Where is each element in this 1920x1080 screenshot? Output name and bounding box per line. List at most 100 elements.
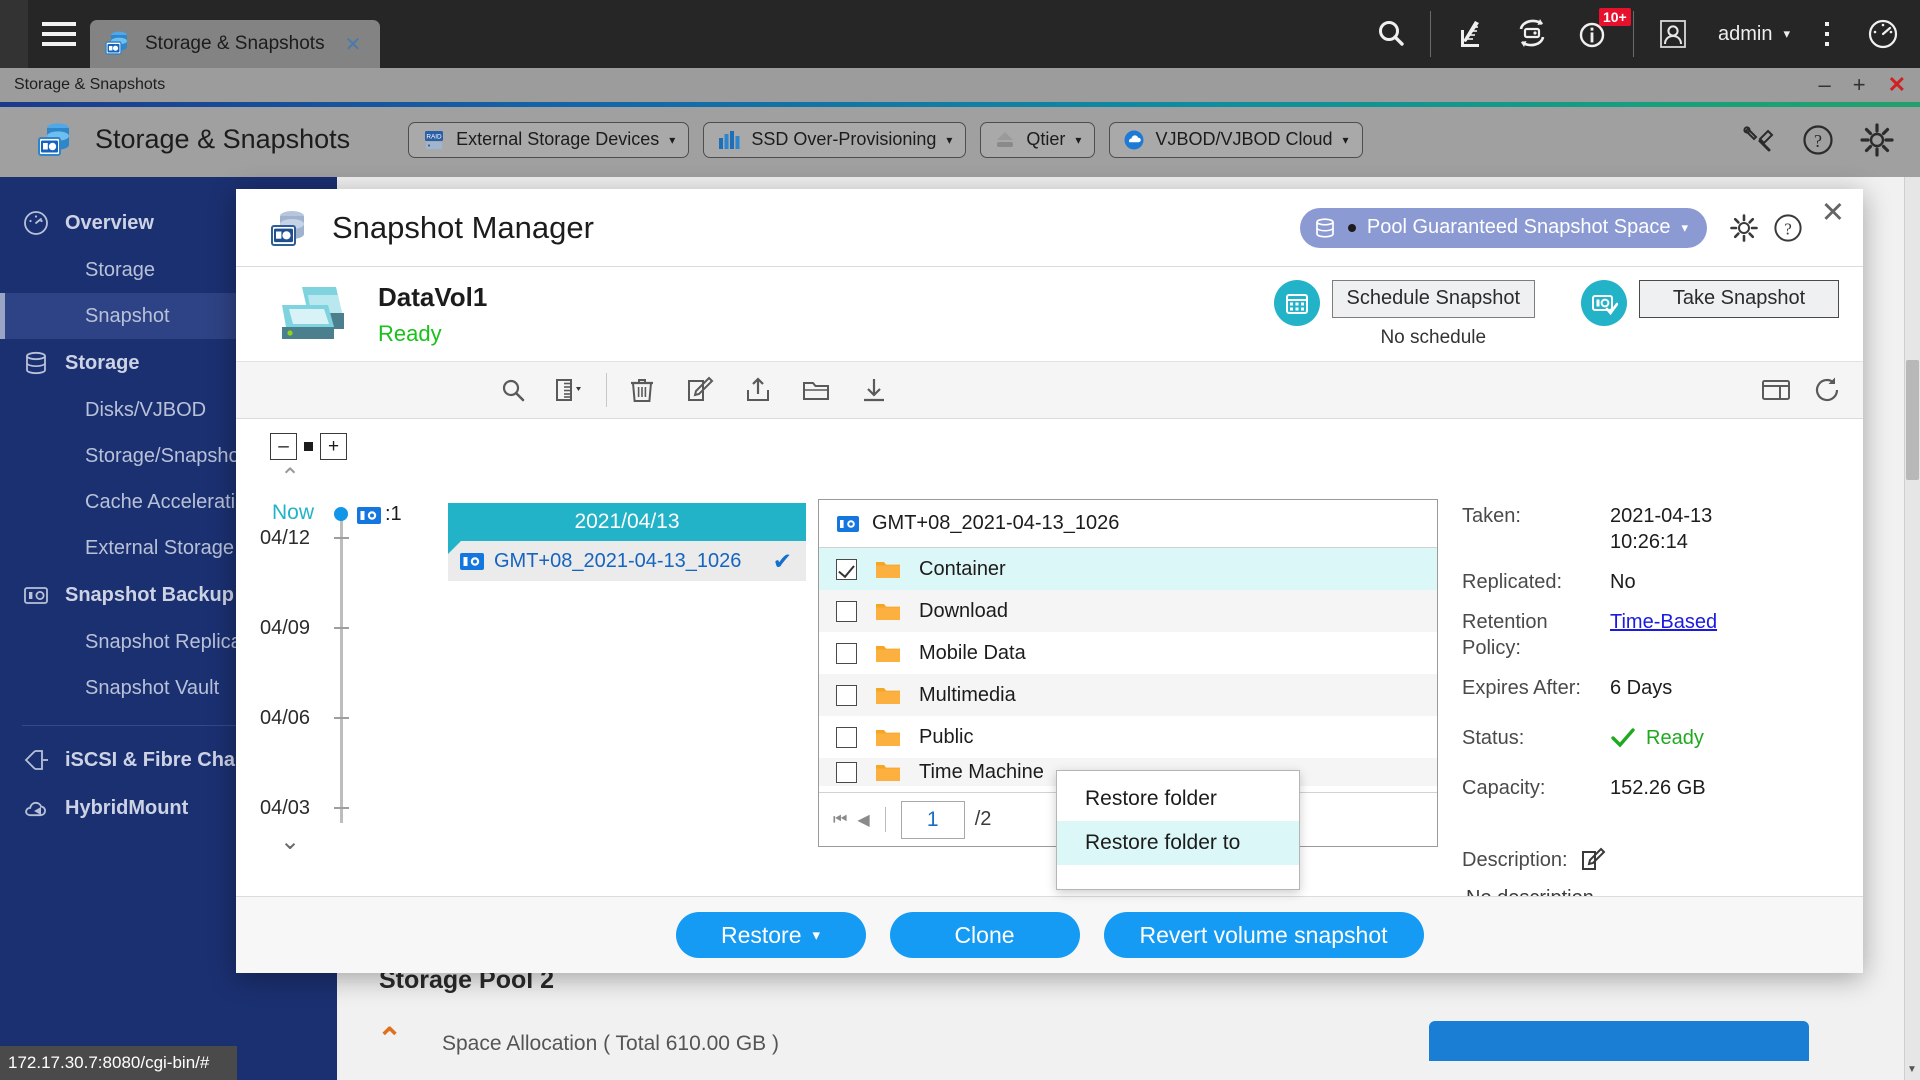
pool-guaranteed-snapshot-space-dropdown[interactable]: Pool Guaranteed Snapshot Space ▾: [1299, 207, 1707, 248]
download-icon[interactable]: [845, 362, 903, 419]
edit-pencil-icon[interactable]: [1581, 847, 1607, 873]
gradient-accent-strip: [0, 102, 1920, 107]
ssd-over-provisioning-button[interactable]: SSD Over-Provisioning ▾: [703, 121, 967, 158]
revert-volume-snapshot-button[interactable]: Revert volume snapshot: [1103, 912, 1424, 958]
dashboard-gauge-icon[interactable]: [1858, 0, 1920, 68]
chevron-up-icon[interactable]: ⌃: [236, 463, 448, 492]
folder-name: Multimedia: [919, 683, 1016, 706]
timeline-date-label: 04/09: [260, 617, 311, 639]
export-upload-icon[interactable]: [729, 362, 787, 419]
app-tab-storage-snapshots[interactable]: Storage & Snapshots ✕: [90, 20, 381, 68]
external-storage-devices-button[interactable]: RAID External Storage Devices ▾: [408, 121, 690, 158]
folder-name: Mobile Data: [919, 641, 1026, 664]
table-row[interactable]: Public: [819, 716, 1437, 758]
close-dialog-button[interactable]: ✕: [1821, 199, 1845, 228]
snapshot-list-item[interactable]: GMT+08_2021-04-13_1026 ✔: [448, 541, 806, 581]
detail-key-expires-after: Expires After:: [1462, 677, 1581, 699]
timeline-axis: [340, 513, 343, 823]
page-number-input[interactable]: 1: [900, 800, 965, 839]
zoom-out-button[interactable]: –: [270, 433, 297, 460]
column-options-icon[interactable]: [542, 362, 600, 419]
close-icon[interactable]: ✕: [336, 32, 371, 57]
user-menu[interactable]: admin ▾: [1704, 0, 1796, 68]
table-row[interactable]: Download: [819, 590, 1437, 632]
tools-wrench-icon[interactable]: [1742, 125, 1776, 155]
clone-button-label: Clone: [954, 921, 1015, 948]
schedule-snapshot-button[interactable]: Schedule Snapshot: [1331, 279, 1535, 318]
hamburger-menu-icon[interactable]: [28, 0, 90, 68]
sidebar-item-label: Overview: [65, 211, 154, 234]
maximize-button[interactable]: +: [1853, 74, 1866, 96]
edit-pencil-icon[interactable]: [671, 362, 729, 419]
backup-sync-icon[interactable]: [1501, 0, 1563, 68]
open-folder-icon[interactable]: [787, 362, 845, 419]
prev-page-icon[interactable]: ◀: [857, 810, 869, 830]
detail-value-taken: 2021-04-13 10:26:14: [1610, 505, 1713, 553]
volume-summary-row: DataVol1 Ready Schedule Snapshot No sche…: [236, 267, 1863, 362]
refresh-icon[interactable]: [1813, 376, 1841, 404]
timeline-date-label: 04/06: [260, 707, 311, 729]
scroll-down-arrow[interactable]: ▼: [1905, 1062, 1919, 1078]
pool-action-button[interactable]: [1429, 1021, 1809, 1061]
detail-key-status: Status:: [1462, 727, 1525, 749]
table-row[interactable]: Mobile Data: [819, 632, 1437, 674]
search-icon[interactable]: [1360, 0, 1422, 68]
close-window-button[interactable]: ✕: [1888, 74, 1906, 96]
scrollbar-thumb[interactable]: [1906, 360, 1919, 480]
row-checkbox[interactable]: [836, 726, 857, 748]
folder-name: Container: [919, 557, 1006, 580]
take-snapshot-icon[interactable]: [1581, 279, 1627, 326]
detail-value-retention-policy[interactable]: Time-Based: [1610, 609, 1863, 661]
zoom-in-button[interactable]: +: [320, 433, 347, 460]
user-avatar-icon[interactable]: [1642, 0, 1704, 68]
delete-trash-icon[interactable]: [613, 362, 671, 419]
minimize-button[interactable]: –: [1818, 74, 1830, 96]
menu-item-restore-folder[interactable]: Restore folder: [1057, 777, 1299, 821]
detail-key-description: Description:: [1462, 848, 1568, 871]
camera-snapshot-icon: [459, 550, 485, 572]
app-tab-label: Storage & Snapshots: [145, 33, 325, 54]
notification-info-icon[interactable]: 10+: [1563, 0, 1631, 68]
row-checkbox[interactable]: [836, 600, 857, 622]
row-checkbox[interactable]: [836, 642, 857, 664]
app-header-right-icons: ?: [1742, 122, 1920, 157]
row-checkbox[interactable]: [836, 761, 857, 783]
chevron-down-icon[interactable]: ⌄: [280, 827, 300, 856]
snapshot-group-date: 2021/04/13: [448, 503, 806, 554]
space-allocation-label: Space Allocation ( Total 610.00 GB ): [442, 1032, 779, 1055]
folder-name: Time Machine: [919, 760, 1044, 783]
storage-snapshots-icon: [104, 29, 134, 59]
search-icon[interactable]: [484, 362, 542, 419]
page-scrollbar[interactable]: ▲ ▼: [1904, 177, 1920, 1080]
folder-name: Public: [919, 725, 974, 748]
row-checkbox[interactable]: [836, 684, 857, 706]
detail-value-status: Ready: [1610, 725, 1863, 751]
clone-button[interactable]: Clone: [889, 912, 1080, 958]
table-row[interactable]: Container: [819, 548, 1437, 590]
restore-button[interactable]: Restore ▾: [675, 912, 866, 958]
browser-status-bar: 172.17.30.7:8080/cgi-bin/#: [0, 1046, 237, 1080]
timeline-zoom-controls: – +: [236, 433, 448, 460]
description-row: Description:: [1462, 847, 1863, 873]
settings-gear-icon[interactable]: [1860, 122, 1894, 157]
folder-icon: [875, 685, 901, 706]
vertical-dots-icon[interactable]: [1796, 0, 1858, 68]
row-checkbox[interactable]: [836, 558, 857, 580]
qtier-button[interactable]: Qtier ▾: [980, 121, 1096, 158]
menu-item-restore-folder-to[interactable]: Restore folder to: [1057, 821, 1299, 865]
vjbod-cloud-button[interactable]: VJBOD/VJBOD Cloud ▾: [1109, 121, 1363, 158]
snapshot-name: GMT+08_2021-04-13_1026: [494, 549, 742, 572]
chevron-up-icon[interactable]: ⌃: [377, 1022, 402, 1057]
help-question-icon[interactable]: ?: [1802, 124, 1834, 156]
schedule-status: No schedule: [1380, 326, 1487, 348]
pagination-divider: [884, 807, 886, 832]
files-panel-title: GMT+08_2021-04-13_1026: [872, 512, 1120, 534]
help-question-icon[interactable]: ?: [1773, 213, 1803, 243]
resource-monitor-icon[interactable]: [1439, 0, 1501, 68]
layout-panel-icon[interactable]: [1761, 377, 1791, 403]
take-snapshot-button[interactable]: Take Snapshot: [1639, 279, 1839, 318]
first-page-icon[interactable]: ⏮: [833, 811, 847, 829]
calendar-icon[interactable]: [1273, 279, 1320, 326]
table-row[interactable]: Multimedia: [819, 674, 1437, 716]
settings-gear-icon[interactable]: [1729, 213, 1759, 243]
